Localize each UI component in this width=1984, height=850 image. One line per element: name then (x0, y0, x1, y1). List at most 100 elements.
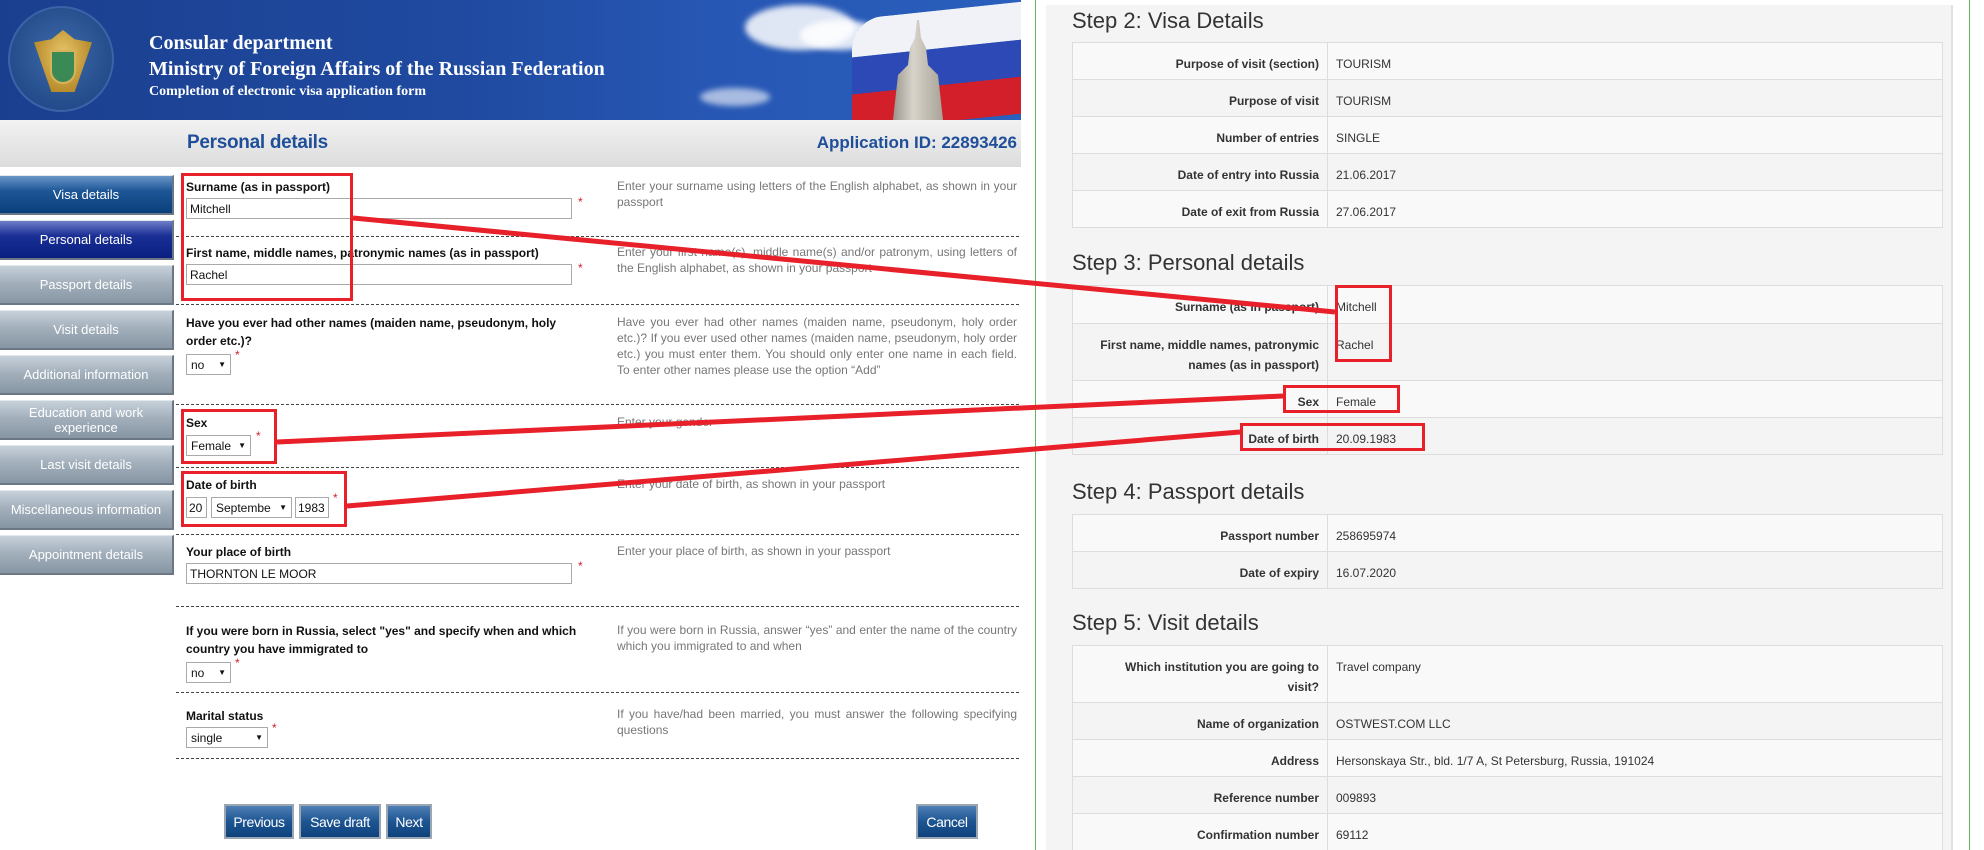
save-draft-button[interactable]: Save draft (299, 804, 381, 839)
table-row: Date of expiry 16.07.2020 (1072, 551, 1943, 589)
required-mark: * (578, 261, 583, 275)
step-navigation: Visa details Personal details Passport d… (0, 175, 174, 580)
marital-status-label: Marital status (186, 709, 264, 723)
marital-status-select[interactable]: single ▼ (186, 727, 268, 748)
dropdown-arrow-icon: ▼ (238, 441, 246, 450)
step4-heading: Step 4: Passport details (1072, 479, 1305, 504)
row-label: Confirmation number (1072, 813, 1328, 850)
application-id: Application ID: 22893426 (816, 133, 1017, 152)
required-mark: * (235, 656, 240, 670)
table-row: Number of entries SINGLE (1072, 116, 1943, 154)
application-summary-panel: Step 2: Visa Details Purpose of visit (s… (1046, 5, 1953, 850)
place-of-birth-row: Your place of birth * Enter your place o… (176, 535, 1019, 607)
header-line-2: Ministry of Foreign Affairs of the Russi… (149, 58, 605, 80)
row-value: OSTWEST.COM LLC (1327, 702, 1943, 740)
birth-year-input[interactable] (295, 497, 329, 518)
row-label: Surname (as in passport) (1072, 285, 1328, 324)
nav-visit-details[interactable]: Visit details (0, 310, 174, 350)
panel-divider (1035, 0, 1036, 850)
birth-month-select[interactable]: Septembe ▼ (211, 497, 292, 518)
birth-day-input[interactable] (186, 497, 207, 518)
row-label: Purpose of visit (section) (1072, 42, 1328, 80)
required-mark: * (235, 348, 240, 362)
row-label: Reference number (1072, 776, 1328, 814)
table-row: Purpose of visit TOURISM (1072, 79, 1943, 117)
surname-help: Enter your surname using letters of the … (617, 179, 1017, 209)
surname-row: Surname (as in passport) * Enter your su… (176, 170, 1019, 237)
step3-heading: Step 3: Personal details (1072, 250, 1305, 275)
row-label: Address (1072, 739, 1328, 777)
other-names-value: no (191, 357, 205, 372)
row-label: Purpose of visit (1072, 79, 1328, 117)
row-value: Female (1327, 380, 1943, 418)
marital-status-row: Marital status single ▼ * If you have/had… (176, 693, 1019, 759)
step2-heading: Step 2: Visa Details (1072, 8, 1264, 33)
born-in-russia-help: If you were born in Russia, answer “yes”… (617, 623, 1017, 653)
next-button[interactable]: Next (386, 804, 432, 839)
row-value: SINGLE (1327, 116, 1943, 154)
first-name-help: Enter your first name(s), middle name(s)… (617, 245, 1017, 275)
row-value: 009893 (1327, 776, 1943, 814)
marital-status-value: single (191, 730, 223, 745)
row-value: Hersonskaya Str., bld. 1/7 A, St Petersb… (1327, 739, 1943, 777)
born-in-russia-label: If you were born in Russia, select "yes"… (186, 624, 577, 656)
dropdown-arrow-icon: ▼ (255, 733, 263, 742)
step3-table: Surname (as in passport) Mitchell First n… (1072, 285, 1943, 455)
date-of-birth-row: Date of birth Septembe ▼ * Enter your dat… (176, 468, 1019, 535)
table-row: Which institution you are going to visit… (1072, 645, 1943, 703)
nav-visa-details[interactable]: Visa details (0, 175, 174, 215)
place-of-birth-input[interactable] (186, 563, 572, 584)
nav-personal-details[interactable]: Personal details (0, 220, 174, 260)
nav-passport-details[interactable]: Passport details (0, 265, 174, 305)
required-mark: * (256, 429, 261, 443)
nav-miscellaneous-information[interactable]: Miscellaneous information (0, 490, 174, 530)
born-in-russia-select[interactable]: no ▼ (186, 662, 231, 683)
table-row: Date of birth 20.09.1983 (1072, 417, 1943, 455)
previous-button[interactable]: Previous (224, 804, 294, 839)
place-of-birth-label: Your place of birth (186, 545, 292, 559)
row-value: 27.06.2017 (1327, 190, 1943, 228)
step2-table: Purpose of visit (section) TOURISM Purpos… (1072, 42, 1943, 228)
row-value: 20.09.1983 (1327, 417, 1943, 455)
cloud-decoration (700, 88, 770, 106)
header-line-3: Completion of electronic visa applicatio… (149, 84, 426, 99)
table-row: Reference number 009893 (1072, 776, 1943, 814)
nav-appointment-details[interactable]: Appointment details (0, 535, 174, 575)
step5-heading: Step 5: Visit details (1072, 610, 1259, 635)
sex-value: Female (191, 438, 232, 453)
double-headed-eagle-emblem-icon (8, 6, 114, 112)
row-value: TOURISM (1327, 42, 1943, 80)
table-row: Name of organization OSTWEST.COM LLC (1072, 702, 1943, 740)
row-label: Date of entry into Russia (1072, 153, 1328, 191)
table-row: Date of entry into Russia 21.06.2017 (1072, 153, 1943, 191)
row-label: Date of birth (1072, 417, 1328, 455)
nav-education-work-experience[interactable]: Education and work experience (0, 400, 174, 440)
sex-label: Sex (186, 416, 208, 430)
row-value: Travel company (1327, 645, 1943, 703)
table-row: Confirmation number 69112 (1072, 813, 1943, 850)
other-names-row: Have you ever had other names (maiden na… (176, 305, 1019, 405)
nav-last-visit-details[interactable]: Last visit details (0, 445, 174, 485)
nav-additional-information[interactable]: Additional information (0, 355, 174, 395)
row-value: 258695974 (1327, 514, 1943, 552)
first-name-input[interactable] (186, 264, 572, 285)
cancel-button[interactable]: Cancel (916, 804, 978, 839)
row-value: TOURISM (1327, 79, 1943, 117)
sex-help: Enter your gender (617, 415, 714, 429)
other-names-select[interactable]: no ▼ (186, 354, 231, 375)
row-label: Date of exit from Russia (1072, 190, 1328, 228)
dropdown-arrow-icon: ▼ (279, 503, 287, 512)
required-mark: * (578, 559, 583, 573)
other-names-label: Have you ever had other names (maiden na… (186, 316, 557, 348)
shield-icon (50, 50, 76, 84)
surname-label: Surname (as in passport) (186, 180, 331, 194)
table-row: Sex Female (1072, 380, 1943, 418)
date-of-birth-help: Enter your date of birth, as shown in yo… (617, 477, 886, 491)
visa-application-form-panel: Consular department Ministry of Foreign … (0, 0, 1021, 850)
table-row: Date of exit from Russia 27.06.2017 (1072, 190, 1943, 228)
header-text: Consular department Ministry of Foreign … (149, 30, 605, 102)
surname-input[interactable] (186, 198, 572, 219)
sex-select[interactable]: Female ▼ (186, 435, 251, 456)
row-label: Date of expiry (1072, 551, 1328, 589)
first-name-label: First name, middle names, patronymic nam… (186, 246, 539, 260)
